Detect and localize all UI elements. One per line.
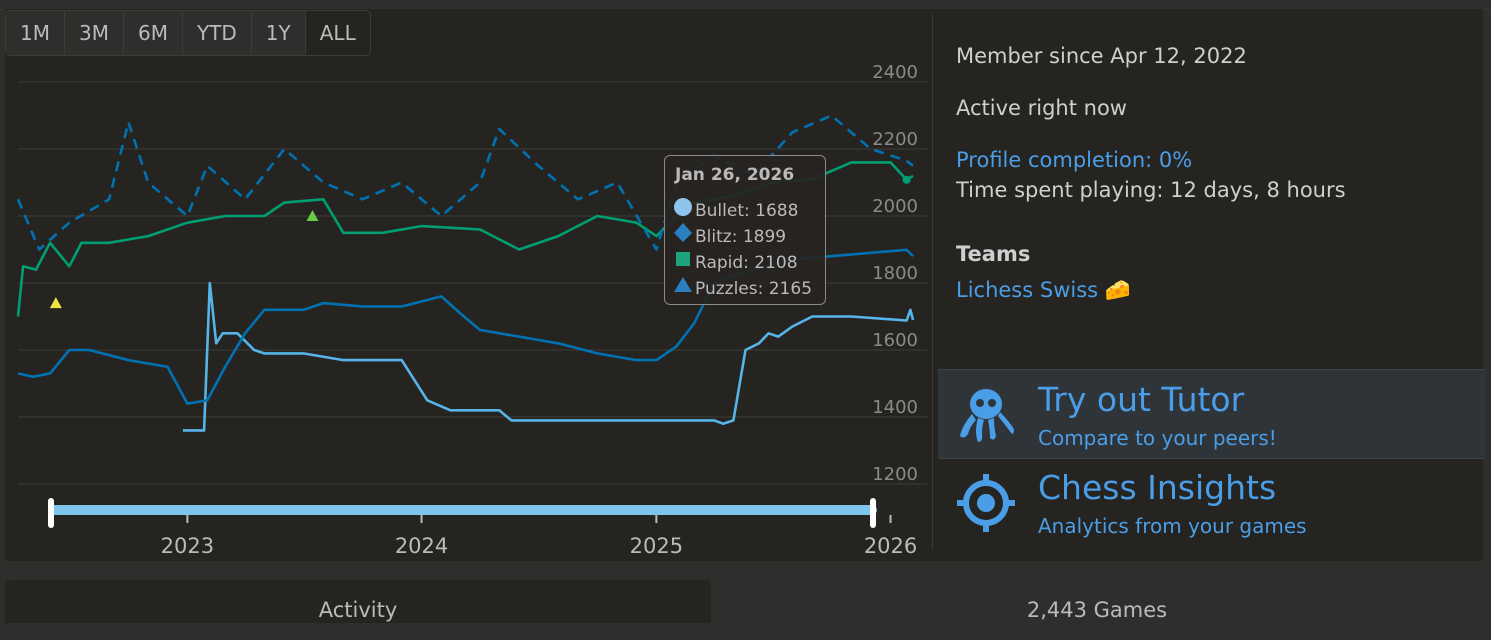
x-tick-label: 2026 <box>864 534 917 558</box>
insights-subtitle[interactable]: Analytics from your games <box>1038 514 1307 538</box>
insights-title[interactable]: Chess Insights <box>1038 468 1276 507</box>
team-link[interactable]: Lichess Swiss 🧀 <box>956 278 1131 303</box>
tooltip-puzzles-text: Puzzles: 2165 <box>695 279 813 299</box>
target-icon <box>957 474 1015 532</box>
tutor-title[interactable]: Try out Tutor <box>1038 380 1244 419</box>
x-tick-label: 2025 <box>630 534 683 558</box>
tutor-promo[interactable]: Try out Tutor Compare to your peers! <box>938 369 1485 459</box>
chart-tooltip: Jan 26, 2026 Bullet: 1688 Blitz: 1899 Ra… <box>664 155 826 305</box>
y-tick-label: 2400 <box>872 62 918 83</box>
y-tick-label: 2000 <box>872 196 918 217</box>
tooltip-row-puzzles: Puzzles: 2165 <box>673 274 812 299</box>
series-bullet-line <box>182 281 915 432</box>
y-tick-label: 1800 <box>872 263 918 284</box>
tooltip-bullet-text: Bullet: 1688 <box>695 201 799 221</box>
tutor-subtitle[interactable]: Compare to your peers! <box>1038 426 1277 450</box>
circle-icon <box>673 196 695 221</box>
profile-completion-link[interactable]: Profile completion: 0% <box>956 148 1192 172</box>
tooltip-row-rapid: Rapid: 2108 <box>673 248 798 273</box>
x-tick-label: 2024 <box>395 534 448 558</box>
tooltip-rapid-text: Rapid: 2108 <box>695 253 798 273</box>
bottom-tabs: Activity 2,443 Games <box>5 580 1483 623</box>
y-tick-label: 1600 <box>872 330 918 351</box>
tooltip-row-blitz: Blitz: 1899 <box>673 222 786 247</box>
tab-activity[interactable]: Activity <box>5 580 711 623</box>
tab-games[interactable]: 2,443 Games <box>711 580 1483 623</box>
hover-point <box>902 175 911 184</box>
teams-heading: Teams <box>956 242 1031 266</box>
square-icon <box>673 248 695 273</box>
insights-promo[interactable]: Chess Insights Analytics from your games <box>938 458 1485 546</box>
marker-triangle-0 <box>49 297 62 309</box>
y-tick-label: 2200 <box>872 129 918 150</box>
tooltip-blitz-text: Blitz: 1899 <box>695 227 787 247</box>
navigator-bar <box>50 505 877 515</box>
member-since: Member since Apr 12, 2022 <box>956 44 1247 68</box>
time-spent: Time spent playing: 12 days, 8 hours <box>956 178 1346 202</box>
tooltip-row-bullet: Bullet: 1688 <box>673 196 798 221</box>
tooltip-date: Jan 26, 2026 <box>675 165 795 185</box>
triangle-icon <box>673 274 695 299</box>
y-tick-label: 1200 <box>872 464 918 485</box>
navigator-handle-left <box>48 498 54 528</box>
x-tick-label: 2023 <box>161 534 214 558</box>
profile-sidebar: Member since Apr 12, 2022 Active right n… <box>932 14 1485 549</box>
y-tick-label: 1400 <box>872 397 918 418</box>
diamond-icon <box>673 222 695 247</box>
octopus-icon <box>960 389 1014 442</box>
navigator-handle-right <box>870 498 876 528</box>
active-status: Active right now <box>956 96 1127 120</box>
